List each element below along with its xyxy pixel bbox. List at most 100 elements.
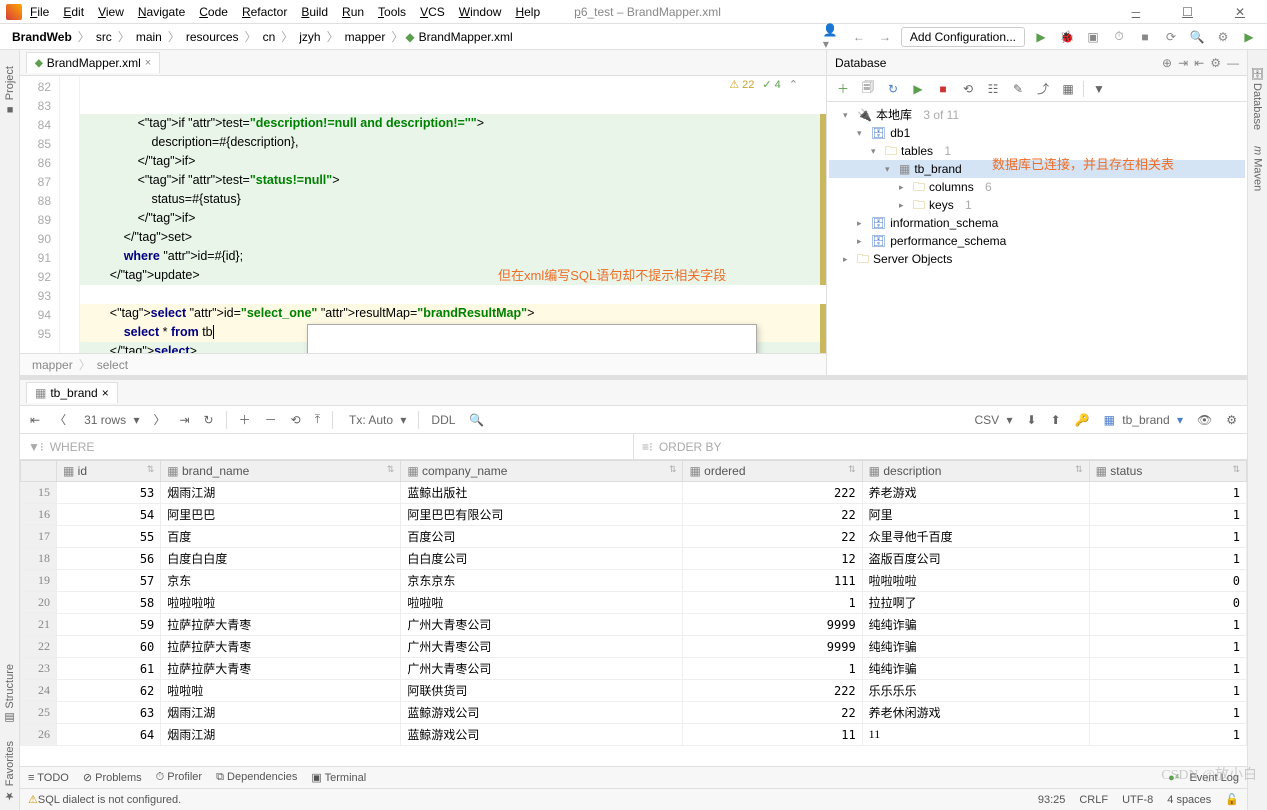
editor-crumb[interactable]: select — [97, 358, 128, 372]
table-row[interactable]: 1654阿里巴巴阿里巴巴有限公司22阿里1 — [21, 504, 1247, 526]
commit-icon[interactable]: ⤒ — [311, 410, 324, 429]
export-format[interactable]: CSV ▾ — [966, 411, 1016, 429]
close-tab-icon[interactable]: × — [102, 386, 109, 400]
breadcrumb-file[interactable]: BrandMapper.xml — [415, 29, 517, 45]
upload-icon[interactable]: ⬆ — [1047, 411, 1065, 429]
code-completion-popup[interactable]: TRANSACTIONS_ROLLED_BACK Press Enter to … — [307, 324, 757, 353]
db-target-icon[interactable]: ⊕ — [1162, 56, 1172, 70]
db-commit-icon[interactable]: ⤴ — [1033, 80, 1053, 97]
db-filter-icon[interactable]: ▼ — [1089, 82, 1109, 96]
db-rollback-icon[interactable]: ⟲ — [958, 82, 978, 96]
stop-icon[interactable]: ■ — [1135, 27, 1155, 47]
column-header[interactable]: ▦ brand_name ⇅ — [161, 461, 401, 482]
table-row[interactable]: 2664烟雨江湖蓝鲸游戏公司11111 — [21, 724, 1247, 746]
editor-crumb[interactable]: mapper — [32, 358, 73, 372]
table-row[interactable]: 2058啦啦啦啦啦啦啦1拉拉啊了0 — [21, 592, 1247, 614]
table-row[interactable]: 2260拉萨拉萨大青枣广州大青枣公司9999纯纯诈骗1 — [21, 636, 1247, 658]
menu-tools[interactable]: Tools — [372, 3, 412, 21]
breadcrumb[interactable]: jzyh — [295, 29, 324, 45]
breadcrumb[interactable]: resources — [182, 29, 243, 45]
profile-icon[interactable]: ⏱ — [1109, 27, 1129, 47]
vcs-update-icon[interactable]: ⟳ — [1161, 27, 1181, 47]
db-hide-icon[interactable]: — — [1227, 56, 1239, 70]
tree-keys-folder[interactable]: ▸🗀keys 1 — [829, 196, 1245, 214]
menu-file[interactable]: File — [24, 3, 55, 21]
tx-mode[interactable]: Tx: Auto ▾ — [341, 411, 410, 429]
db-settings-icon[interactable]: ⚙ — [1210, 56, 1221, 70]
line-separator[interactable]: CRLF — [1079, 794, 1108, 806]
menu-edit[interactable]: Edit — [57, 3, 90, 21]
user-icon[interactable]: 👤▾ — [823, 27, 843, 47]
breadcrumb[interactable]: mapper — [341, 29, 390, 45]
table-row[interactable]: 2563烟雨江湖蓝鲸游戏公司22养老休闲游戏1 — [21, 702, 1247, 724]
db-expand-icon[interactable]: ⇤ — [1194, 56, 1204, 70]
warning-icon[interactable]: ⚠ — [28, 793, 38, 806]
tab-terminal[interactable]: ▣ Terminal — [311, 771, 366, 784]
tab-problems[interactable]: ⊘ Problems — [83, 771, 142, 784]
orderby-input[interactable] — [728, 439, 1239, 454]
db-refresh-icon[interactable]: ↻ — [883, 82, 903, 96]
grid-settings-icon[interactable]: ⚙ — [1222, 411, 1241, 429]
add-row-icon[interactable]: ＋ — [235, 409, 255, 430]
datagrid-tab[interactable]: ▦ tb_brand × — [26, 382, 118, 403]
db-copy-icon[interactable]: 🗐 — [858, 78, 878, 99]
tab-todo[interactable]: ≡ TODO — [28, 772, 69, 784]
tree-perf-schema[interactable]: ▸🗄performance_schema — [829, 232, 1245, 250]
maximize-icon[interactable]: ☐ — [1176, 3, 1199, 21]
data-table[interactable]: ▦ id ⇅▦ brand_name ⇅▦ company_name ⇅▦ or… — [20, 460, 1247, 746]
column-header[interactable]: ▦ description ⇅ — [862, 461, 1089, 482]
delete-row-icon[interactable]: － — [261, 409, 281, 430]
breadcrumb[interactable]: cn — [259, 29, 280, 45]
db-collapse-icon[interactable]: ⇥ — [1178, 56, 1188, 70]
close-icon[interactable]: ✕ — [1229, 3, 1251, 21]
menu-refactor[interactable]: Refactor — [236, 3, 293, 21]
reload-icon[interactable]: ↻ — [200, 411, 218, 429]
column-header[interactable]: ▦ status ⇅ — [1089, 461, 1246, 482]
tree-server-objects[interactable]: ▸🗀Server Objects — [829, 250, 1245, 268]
coverage-icon[interactable]: ▣ — [1083, 27, 1103, 47]
where-input[interactable] — [100, 439, 625, 454]
minimize-icon[interactable]: ─ — [1126, 3, 1147, 21]
warning-count[interactable]: ⚠ 22 — [729, 78, 754, 91]
ide-run-icon[interactable]: ▶ — [1239, 27, 1259, 47]
db-run-icon[interactable]: ▶ — [908, 82, 928, 96]
revert-icon[interactable]: ⟲ — [287, 411, 305, 429]
editor-tab[interactable]: ◆ BrandMapper.xml × — [26, 52, 160, 73]
breadcrumb[interactable]: main — [132, 29, 166, 45]
db-add-icon[interactable]: ＋ — [833, 80, 853, 97]
sidetab-maven[interactable]: m Maven — [1252, 146, 1264, 191]
menu-view[interactable]: View — [92, 3, 130, 21]
check-count[interactable]: ✓ 4 — [762, 78, 780, 91]
table-target[interactable]: ▦ tb_brand ▾ — [1100, 411, 1187, 429]
tab-dependencies[interactable]: ⧉ Dependencies — [216, 771, 297, 784]
inspect-icon[interactable]: ⌃ — [789, 78, 798, 91]
debug-icon[interactable]: 🐞 — [1057, 27, 1077, 47]
forward-icon[interactable]: → — [875, 27, 895, 47]
sidetab-project[interactable]: ■ Project — [4, 66, 16, 115]
back-icon[interactable]: ← — [849, 27, 869, 47]
sidetab-favorites[interactable]: ★ Favorites — [3, 741, 16, 802]
menu-window[interactable]: Window — [453, 3, 508, 21]
indent-setting[interactable]: 4 spaces — [1167, 794, 1211, 806]
code-editor[interactable]: <"tag">if "attr">test="description!=null… — [80, 76, 826, 353]
sidetab-structure[interactable]: ▤ Structure — [3, 664, 16, 725]
fold-gutter[interactable] — [60, 76, 80, 353]
tree-datasource[interactable]: ▾🔌本地库 3 of 11 — [829, 106, 1245, 124]
db-stop-icon[interactable]: ■ — [933, 82, 953, 96]
close-tab-icon[interactable]: × — [145, 57, 151, 69]
ddl-button[interactable]: DDL — [427, 411, 459, 429]
add-configuration-button[interactable]: Add Configuration... — [901, 27, 1025, 47]
column-header[interactable]: ▦ id ⇅ — [57, 461, 161, 482]
menu-help[interactable]: Help — [509, 3, 546, 21]
menu-navigate[interactable]: Navigate — [132, 3, 191, 21]
next-page-icon[interactable]: 〉 — [149, 409, 169, 430]
breadcrumb-root[interactable]: BrandWeb — [8, 29, 76, 45]
run-icon[interactable]: ▶ — [1031, 27, 1051, 47]
readonly-icon[interactable]: 🔓 — [1225, 793, 1239, 806]
menu-code[interactable]: Code — [193, 3, 234, 21]
tree-columns-folder[interactable]: ▸🗀columns 6 — [829, 178, 1245, 196]
column-header[interactable]: ▦ company_name ⇅ — [401, 461, 683, 482]
settings-icon[interactable]: ⚙ — [1213, 27, 1233, 47]
db-console-icon[interactable]: ☷ — [983, 82, 1003, 96]
table-row[interactable]: 2159拉萨拉萨大青枣广州大青枣公司9999纯纯诈骗1 — [21, 614, 1247, 636]
